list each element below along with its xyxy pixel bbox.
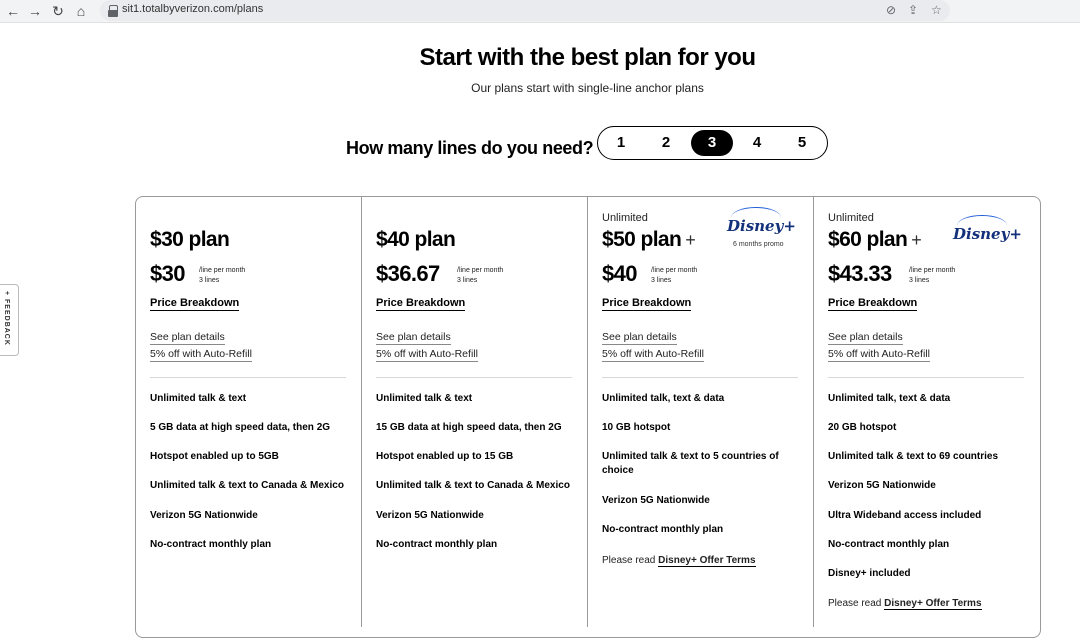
price-note: /line per month 3 lines bbox=[199, 267, 246, 284]
plan-price: $30 bbox=[150, 261, 186, 286]
plan-name: $60 plan + bbox=[828, 228, 922, 251]
back-icon[interactable]: ← bbox=[4, 2, 22, 20]
home-icon[interactable]: ⌂ bbox=[72, 2, 90, 20]
price-note: /line per month 3 lines bbox=[909, 267, 956, 284]
auto-refill-link[interactable]: 5% off with Auto-Refill bbox=[602, 348, 704, 362]
line-option-3[interactable]: 3 bbox=[691, 130, 733, 156]
reload-icon[interactable]: ↻ bbox=[49, 2, 67, 20]
separator bbox=[376, 377, 572, 378]
address-bar[interactable]: sit1.totalbyverizon.com/plans ⊘ ⇪ ☆ bbox=[100, 0, 950, 21]
disney-plus-logo: Disney+ bbox=[953, 225, 1022, 243]
plan-price: $40 bbox=[602, 261, 638, 286]
price-note: /line per month 3 lines bbox=[651, 267, 698, 284]
auto-refill-link[interactable]: 5% off with Auto-Refill bbox=[828, 348, 930, 362]
feature-item: Verizon 5G Nationwide bbox=[150, 510, 258, 521]
feature-item: 10 GB hotspot bbox=[602, 422, 671, 433]
price-breakdown-link[interactable]: Price Breakdown bbox=[602, 297, 692, 311]
price-breakdown-link[interactable]: Price Breakdown bbox=[150, 297, 240, 311]
page-subtitle: Our plans start with single-line anchor … bbox=[471, 81, 704, 95]
feature-item: No-contract monthly plan bbox=[828, 539, 950, 550]
separator bbox=[828, 377, 1024, 378]
feature-item: Unlimited talk & text to 5 countries of … bbox=[602, 451, 779, 476]
plan-price: $36.67 bbox=[376, 261, 440, 286]
plan-details-link[interactable]: See plan details bbox=[376, 331, 451, 345]
bookmark-star-icon[interactable]: ☆ bbox=[931, 3, 942, 17]
feature-item: Disney+ included bbox=[828, 568, 911, 579]
separator bbox=[150, 377, 346, 378]
auto-refill-link[interactable]: 5% off with Auto-Refill bbox=[376, 348, 478, 362]
forward-icon[interactable]: → bbox=[26, 2, 44, 20]
plan-card-40: $40 plan $36.67 /line per month 3 lines P… bbox=[362, 197, 588, 627]
feature-item: Verizon 5G Nationwide bbox=[602, 495, 710, 506]
feature-item: Hotspot enabled up to 15 GB bbox=[376, 451, 514, 462]
offer-terms-link[interactable]: Disney+ Offer Terms bbox=[658, 555, 756, 567]
plan-details-link[interactable]: See plan details bbox=[602, 331, 677, 345]
feature-item: Unlimited talk & text bbox=[150, 393, 247, 404]
feature-item: Unlimited talk & text to Canada & Mexico bbox=[376, 480, 570, 491]
plan-price: $43.33 bbox=[828, 261, 892, 286]
feedback-tab[interactable]: + FEEDBACK bbox=[0, 284, 19, 356]
feature-item: Verizon 5G Nationwide bbox=[828, 480, 936, 491]
auto-refill-link[interactable]: 5% off with Auto-Refill bbox=[150, 348, 252, 362]
offer-terms: Please read Disney+ Offer Terms bbox=[828, 598, 982, 610]
feature-item: No-contract monthly plan bbox=[602, 524, 724, 535]
feature-item: Unlimited talk & text bbox=[376, 393, 473, 404]
feature-item: Hotspot enabled up to 5GB bbox=[150, 451, 279, 462]
promo-note: 6 months promo bbox=[733, 241, 784, 248]
feature-item: No-contract monthly plan bbox=[150, 539, 272, 550]
plan-name: $50 plan + bbox=[602, 228, 696, 251]
plan-name: $40 plan bbox=[376, 228, 456, 251]
disney-plus-logo: Disney+ bbox=[727, 217, 796, 235]
price-breakdown-link[interactable]: Price Breakdown bbox=[828, 297, 918, 311]
feature-item: 15 GB data at high speed data, then 2G bbox=[376, 422, 562, 433]
offer-terms-link[interactable]: Disney+ Offer Terms bbox=[884, 598, 982, 610]
lines-question: How many lines do you need? bbox=[346, 138, 594, 158]
separator bbox=[602, 377, 798, 378]
feature-item: Unlimited talk, text & data bbox=[828, 393, 951, 404]
plan-card-60: Unlimited $60 plan + Disney+ $43.33 /line… bbox=[814, 197, 1040, 627]
blocked-icon[interactable]: ⊘ bbox=[886, 3, 896, 17]
feature-item: Unlimited talk & text to Canada & Mexico bbox=[150, 480, 344, 491]
feature-item: No-contract monthly plan bbox=[376, 539, 498, 550]
price-note: /line per month 3 lines bbox=[457, 267, 504, 284]
feature-item: Unlimited talk, text & data bbox=[602, 393, 725, 404]
feature-item: Ultra Wideband access included bbox=[828, 510, 982, 521]
plan-kicker: Unlimited bbox=[602, 212, 648, 224]
plan-kicker: Unlimited bbox=[828, 212, 874, 224]
url-text: sit1.totalbyverizon.com/plans bbox=[122, 3, 264, 15]
price-breakdown-link[interactable]: Price Breakdown bbox=[376, 297, 466, 311]
feature-item: 20 GB hotspot bbox=[828, 422, 897, 433]
feature-item: Verizon 5G Nationwide bbox=[376, 510, 484, 521]
browser-toolbar: ← → ↻ ⌂ sit1.totalbyverizon.com/plans ⊘ … bbox=[0, 0, 1080, 23]
plan-name: $30 plan bbox=[150, 228, 230, 251]
line-option-4[interactable]: 4 bbox=[736, 130, 778, 156]
plan-card-50: Unlimited $50 plan + Disney+ 6 months pro… bbox=[588, 197, 814, 627]
lines-selector: 1 2 3 4 5 bbox=[597, 126, 828, 160]
feature-item: 5 GB data at high speed data, then 2G bbox=[150, 422, 331, 433]
plan-details-link[interactable]: See plan details bbox=[828, 331, 903, 345]
share-icon[interactable]: ⇪ bbox=[908, 3, 918, 17]
line-option-1[interactable]: 1 bbox=[600, 130, 642, 156]
line-option-2[interactable]: 2 bbox=[645, 130, 687, 156]
feature-item: Unlimited talk & text to 69 countries bbox=[828, 451, 999, 462]
plan-details-link[interactable]: See plan details bbox=[150, 331, 225, 345]
offer-terms: Please read Disney+ Offer Terms bbox=[602, 555, 756, 567]
plan-card-30: $30 plan $30 /line per month 3 lines Pric… bbox=[136, 197, 362, 627]
line-option-5[interactable]: 5 bbox=[781, 130, 823, 156]
page-title: Start with the best plan for you bbox=[419, 44, 756, 71]
